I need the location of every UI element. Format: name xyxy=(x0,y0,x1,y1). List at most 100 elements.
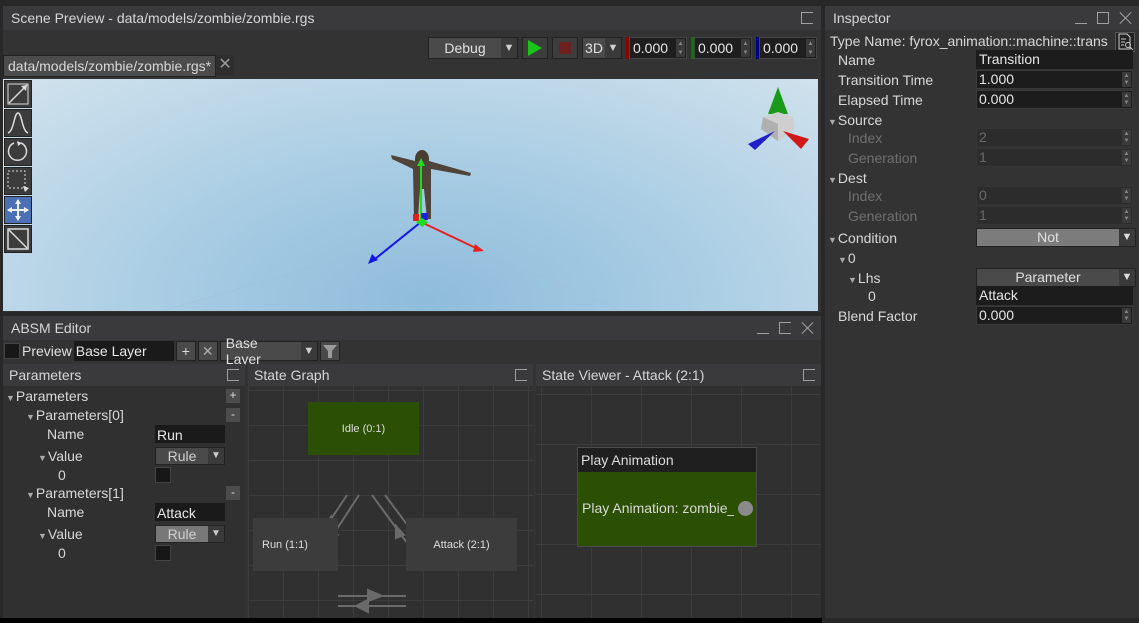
bottom-border xyxy=(0,618,822,623)
expand-triangle-icon[interactable]: ▼ xyxy=(838,255,847,265)
x-field: 0.000 ▲ ▼ xyxy=(626,37,687,59)
parameter-1-type-dropdown[interactable]: Rule ▼ xyxy=(155,525,225,543)
dock-icon[interactable] xyxy=(227,369,239,381)
lhs-dropdown[interactable]: Parameter ▼ xyxy=(976,268,1136,287)
output-pin-socket[interactable] xyxy=(738,501,753,516)
inspector-title-bar[interactable]: Inspector xyxy=(825,6,1139,30)
lhs-parameter-input[interactable]: Attack xyxy=(976,286,1133,305)
y-field: 0.000 ▲ ▼ xyxy=(691,37,752,59)
rotate-tool[interactable] xyxy=(4,138,32,166)
parameter-0-name-input[interactable]: Run xyxy=(155,425,225,443)
x-input[interactable]: 0.000 ▲ ▼ xyxy=(629,37,687,59)
add-layer-button[interactable]: + xyxy=(175,341,196,361)
condition-row: ▼Condition Not ▼ xyxy=(825,228,1139,248)
spinner[interactable]: ▲ ▼ xyxy=(1122,72,1131,87)
expand-triangle-icon[interactable]: ▼ xyxy=(26,490,35,500)
z-spinner[interactable]: ▲ ▼ xyxy=(806,39,815,57)
dest-section[interactable]: ▼Dest xyxy=(825,168,1139,188)
add-parameter-button[interactable]: + xyxy=(226,389,240,403)
condition-dropdown[interactable]: Not ▼ xyxy=(976,228,1136,247)
inspector-panel: Inspector Type Name: fyrox_animation::ma… xyxy=(825,6,1139,618)
transition-arrow xyxy=(367,588,385,603)
spinner[interactable]: ▲ ▼ xyxy=(1122,308,1131,323)
move-icon xyxy=(7,199,29,221)
parameter-0-header[interactable]: ▼Parameters[0] - xyxy=(3,405,245,425)
move-tool[interactable] xyxy=(4,196,32,224)
remove-parameter-button[interactable]: - xyxy=(226,486,240,500)
source-index-input: 2 ▲ ▼ xyxy=(976,128,1133,147)
parameter-0-checkbox[interactable] xyxy=(155,467,171,483)
condition-0-row[interactable]: ▼0 xyxy=(825,248,1139,268)
chevron-down-icon: ▼ xyxy=(300,342,317,360)
parameter-0-type-dropdown[interactable]: Rule ▼ xyxy=(155,447,225,465)
scene-preview-panel: Scene Preview - data/models/zombie/zombi… xyxy=(3,6,821,312)
elapsed-time-input[interactable]: 0.000 ▲ ▼ xyxy=(976,90,1133,109)
dock-icon[interactable] xyxy=(803,369,815,381)
play-animation-text: Play Animation: zombie_ xyxy=(582,500,734,516)
minimize-icon[interactable] xyxy=(757,322,769,334)
zombie-model[interactable] xyxy=(391,150,471,219)
open-docs-button[interactable] xyxy=(1115,32,1135,52)
filter-button[interactable] xyxy=(319,341,340,361)
play-animation-node[interactable]: Play Animation Play Animation: zombie_ xyxy=(577,447,757,547)
remove-layer-button[interactable]: ✕ xyxy=(197,341,218,361)
state-node-run[interactable]: Run (1:1) xyxy=(253,518,338,571)
expand-triangle-icon[interactable]: ▼ xyxy=(38,453,47,463)
parameter-1-name-input[interactable]: Attack xyxy=(155,503,225,521)
state-graph-panel: State Graph Idle (0:1) Run (1:1) Attack … xyxy=(248,364,533,618)
view-mode-dropdown[interactable]: 3D ▼ xyxy=(582,37,622,59)
debug-mode-dropdown[interactable]: Debug ▼ xyxy=(428,37,518,59)
preview-checkbox[interactable] xyxy=(4,343,20,359)
y-input[interactable]: 0.000 ▲ ▼ xyxy=(694,37,752,59)
state-node-attack[interactable]: Attack (2:1) xyxy=(406,518,517,571)
parameter-1-checkbox[interactable] xyxy=(155,545,171,561)
close-icon[interactable]: ✕ xyxy=(216,55,235,75)
expand-triangle-icon[interactable]: ▼ xyxy=(828,175,837,185)
scene-preview-title-bar[interactable]: Scene Preview - data/models/zombie/zombi… xyxy=(3,6,821,30)
parameters-title-bar[interactable]: Parameters xyxy=(3,364,245,386)
play-icon xyxy=(528,40,542,56)
dock-icon[interactable] xyxy=(801,12,813,24)
parameters-root-row[interactable]: ▼Parameters + xyxy=(3,386,245,406)
blend-factor-input[interactable]: 0.000 ▲ ▼ xyxy=(976,306,1133,325)
minimize-icon[interactable] xyxy=(1075,12,1087,24)
rotate-icon xyxy=(7,141,28,162)
maximize-icon[interactable] xyxy=(1097,12,1109,24)
select-tool[interactable] xyxy=(4,80,32,108)
expand-triangle-icon[interactable]: ▼ xyxy=(828,117,837,127)
close-icon[interactable] xyxy=(1119,12,1131,24)
close-icon[interactable] xyxy=(801,322,813,334)
expand-triangle-icon[interactable]: ▼ xyxy=(6,393,15,403)
z-input[interactable]: 0.000 ▲ ▼ xyxy=(759,37,817,59)
terrain-tool[interactable] xyxy=(4,109,32,137)
play-button[interactable] xyxy=(522,37,548,59)
remove-parameter-button[interactable]: - xyxy=(226,408,240,422)
state-viewer-title-bar[interactable]: State Viewer - Attack (2:1) xyxy=(536,364,821,386)
spinner: ▲ ▼ xyxy=(1122,130,1131,145)
absm-editor-title-bar[interactable]: ABSM Editor xyxy=(3,316,821,340)
terrain-icon xyxy=(7,112,29,134)
transition-time-input[interactable]: 1.000 ▲ ▼ xyxy=(976,70,1133,89)
layer-name-input[interactable]: Base Layer xyxy=(73,341,174,361)
absm-editor-title: ABSM Editor xyxy=(11,320,92,336)
scene-viewport[interactable] xyxy=(3,79,818,311)
source-section[interactable]: ▼Source xyxy=(825,110,1139,130)
region-select-tool[interactable] xyxy=(4,167,32,195)
y-spinner[interactable]: ▲ ▼ xyxy=(741,39,750,57)
source-index-row: Index 2 ▲ ▼ xyxy=(825,128,1139,148)
expand-triangle-icon[interactable]: ▼ xyxy=(26,412,35,422)
spinner[interactable]: ▲ ▼ xyxy=(1122,92,1131,107)
stop-button[interactable] xyxy=(552,37,578,59)
name-input[interactable]: Transition xyxy=(976,50,1133,69)
layer-dropdown[interactable]: Base Layer ▼ xyxy=(219,335,318,367)
dock-icon[interactable] xyxy=(779,322,791,334)
orientation-cube[interactable] xyxy=(748,87,809,150)
parameter-1-header[interactable]: ▼Parameters[1] - xyxy=(3,483,245,503)
scale-tool[interactable] xyxy=(4,225,32,253)
expand-triangle-icon[interactable]: ▼ xyxy=(828,235,837,245)
x-spinner[interactable]: ▲ ▼ xyxy=(676,39,685,57)
state-node-idle[interactable]: Idle (0:1) xyxy=(308,402,419,455)
expand-triangle-icon[interactable]: ▼ xyxy=(848,275,857,285)
expand-triangle-icon[interactable]: ▼ xyxy=(38,531,47,541)
tab-zombie-scene[interactable]: data/models/zombie/zombie.rgs* xyxy=(3,55,217,77)
